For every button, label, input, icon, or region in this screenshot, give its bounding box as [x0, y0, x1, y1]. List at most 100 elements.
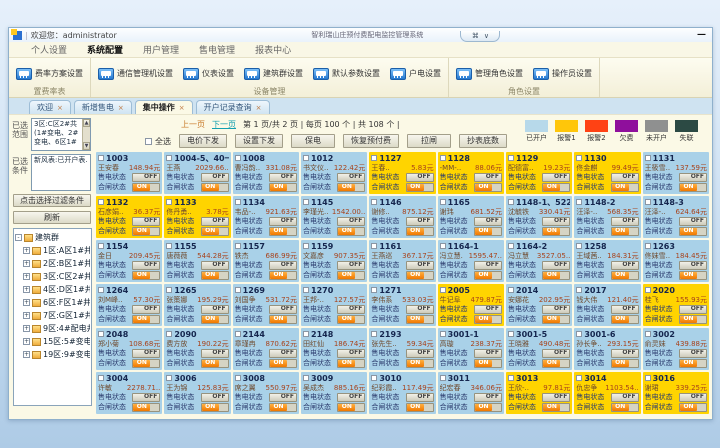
- sale-status-toggle[interactable]: OFF: [679, 261, 707, 270]
- card-checkbox[interactable]: [645, 375, 651, 381]
- meter-card[interactable]: 3001-5 王晓雅 490.48元 售电状态 OFF 合闸状态 ON: [506, 328, 572, 370]
- tree-item[interactable]: + 1区:A区1#井: [15, 244, 90, 257]
- tree-item[interactable]: + 4区:D区1#井 (: [15, 283, 90, 296]
- card-checkbox[interactable]: [440, 331, 446, 337]
- sale-status-toggle[interactable]: OFF: [542, 173, 570, 182]
- sale-status-toggle[interactable]: OFF: [611, 349, 639, 358]
- expand-icon[interactable]: +: [23, 273, 30, 280]
- card-checkbox[interactable]: [371, 331, 377, 337]
- sale-status-toggle[interactable]: OFF: [132, 173, 160, 182]
- expand-icon[interactable]: +: [23, 338, 30, 345]
- sale-status-toggle[interactable]: OFF: [201, 393, 229, 402]
- meter-card[interactable]: 1128 -MM-.. 88.06元 售电状态 OFF 合闸状态 ON: [438, 152, 504, 194]
- meter-card[interactable]: 3011 纪宏春 346.06元 售电状态 OFF 合闸状态 ON: [438, 372, 504, 414]
- sale-status-toggle[interactable]: OFF: [201, 305, 229, 314]
- menu-tab[interactable]: 系统配置: [87, 43, 123, 56]
- card-checkbox[interactable]: [576, 199, 582, 205]
- sale-status-toggle[interactable]: OFF: [269, 261, 297, 270]
- switch-status-toggle[interactable]: ON: [406, 271, 434, 280]
- meter-card[interactable]: 1155 唐薇薇 544.28元 售电状态 OFF 合闸状态 ON: [164, 240, 230, 282]
- card-checkbox[interactable]: [645, 199, 651, 205]
- tree-item[interactable]: + 6区:F区1#井 (1: [15, 296, 90, 309]
- selected-range-listbox[interactable]: ▲ ▼ 3区:C区2#共(1#变电、2#变电、6区1#: [31, 118, 91, 151]
- card-checkbox[interactable]: [98, 375, 104, 381]
- switch-status-toggle[interactable]: ON: [679, 183, 707, 192]
- card-checkbox[interactable]: [576, 243, 582, 249]
- switch-status-toggle[interactable]: ON: [679, 359, 707, 368]
- meter-card[interactable]: 1161 王燕巡 367.17元 售电状态 OFF 合闸状态 ON: [369, 240, 435, 282]
- card-checkbox[interactable]: [576, 155, 582, 161]
- expand-icon[interactable]: +: [23, 299, 30, 306]
- card-checkbox[interactable]: [440, 243, 446, 249]
- sale-status-toggle[interactable]: OFF: [201, 173, 229, 182]
- meter-card[interactable]: 1258 王域茜.. 184.31元 售电状态 OFF 合闸状态 ON: [574, 240, 640, 282]
- sale-status-toggle[interactable]: OFF: [679, 305, 707, 314]
- ribbon-button[interactable]: 通信管理机设置: [98, 68, 173, 80]
- meter-card[interactable]: 3009 吴成杰 885.16元 售电状态 OFF 合闸状态 ON: [301, 372, 367, 414]
- switch-status-toggle[interactable]: ON: [132, 227, 160, 236]
- refresh-button[interactable]: 刷新: [13, 211, 91, 224]
- expand-icon[interactable]: +: [23, 312, 30, 319]
- card-checkbox[interactable]: [440, 375, 446, 381]
- expand-icon[interactable]: +: [23, 351, 30, 358]
- sale-status-toggle[interactable]: OFF: [269, 217, 297, 226]
- ribbon-button[interactable]: 费率方案设置: [16, 68, 83, 80]
- chevron-down-icon[interactable]: ∨: [484, 33, 489, 40]
- card-checkbox[interactable]: [98, 331, 104, 337]
- meter-card[interactable]: 3002 俞灵妹 439.88元 售电状态 OFF 合闸状态 ON: [643, 328, 709, 370]
- selected-condition-box[interactable]: 新风表:已开户表.: [31, 154, 91, 191]
- sale-status-toggle[interactable]: OFF: [406, 173, 434, 182]
- card-checkbox[interactable]: [235, 375, 241, 381]
- switch-status-toggle[interactable]: ON: [611, 403, 639, 412]
- meter-card[interactable]: 2090 费方放 190.22元 售电状态 OFF 合闸状态 ON: [164, 328, 230, 370]
- meter-card[interactable]: 1271 李伟系 533.03元 售电状态 OFF 合闸状态 ON: [369, 284, 435, 326]
- meter-card[interactable]: 1008 曹冯韵.. 331.08元 售电状态 OFF 合闸状态 ON: [233, 152, 299, 194]
- card-checkbox[interactable]: [235, 287, 241, 293]
- sale-status-toggle[interactable]: OFF: [474, 349, 502, 358]
- meter-card[interactable]: 3016 谢珺 339.25元 售电状态 OFF 合闸状态 ON: [643, 372, 709, 414]
- sale-status-toggle[interactable]: OFF: [132, 305, 160, 314]
- switch-status-toggle[interactable]: ON: [337, 359, 365, 368]
- switch-status-toggle[interactable]: ON: [542, 183, 570, 192]
- card-checkbox[interactable]: [576, 331, 582, 337]
- card-checkbox[interactable]: [508, 331, 514, 337]
- meter-card[interactable]: 1003 王安春 148.94元 售电状态 OFF 合闸状态 ON: [96, 152, 162, 194]
- sale-status-toggle[interactable]: OFF: [132, 349, 160, 358]
- tree-item[interactable]: + 19区:9#变电站: [15, 348, 90, 361]
- switch-status-toggle[interactable]: ON: [679, 271, 707, 280]
- meter-card[interactable]: 2005 牛记阜 479.87元 售电状态 OFF 合闸状态 ON: [438, 284, 504, 326]
- expand-icon[interactable]: +: [23, 286, 30, 293]
- meter-card[interactable]: 1164-2 冯立慧 3527.05.. 售电状态 OFF 合闸状态 ON: [506, 240, 572, 282]
- sale-status-toggle[interactable]: OFF: [406, 349, 434, 358]
- switch-status-toggle[interactable]: ON: [474, 271, 502, 280]
- tree-item[interactable]: + 2区:B区1#井(别: [15, 257, 90, 270]
- switch-status-toggle[interactable]: ON: [474, 183, 502, 192]
- meter-card[interactable]: 2014 安娜花 202.95元 售电状态 OFF 合闸状态 ON: [506, 284, 572, 326]
- sale-status-toggle[interactable]: OFF: [337, 261, 365, 270]
- close-icon[interactable]: ×: [118, 104, 124, 112]
- card-checkbox[interactable]: [303, 243, 309, 249]
- minimize-button[interactable]: —: [695, 31, 708, 40]
- switch-status-toggle[interactable]: ON: [406, 315, 434, 324]
- sale-status-toggle[interactable]: OFF: [337, 305, 365, 314]
- meter-card[interactable]: 1129 配德富.. 19.23元 售电状态 OFF 合闸状态 ON: [506, 152, 572, 194]
- document-tab[interactable]: 新增售电 ×: [74, 100, 132, 114]
- toolbar-action-button[interactable]: 拉闸: [407, 134, 451, 148]
- switch-status-toggle[interactable]: ON: [201, 183, 229, 192]
- meter-card[interactable]: 1148-2 汪泽-.. 568.35元 售电状态 OFF 合闸状态 ON: [574, 196, 640, 238]
- switch-status-toggle[interactable]: ON: [542, 271, 570, 280]
- card-checkbox[interactable]: [303, 155, 309, 161]
- card-checkbox[interactable]: [303, 199, 309, 205]
- meter-card[interactable]: 2144 章瑾冉 870.62元 售电状态 OFF 合闸状态 ON: [233, 328, 299, 370]
- card-checkbox[interactable]: [440, 199, 446, 205]
- document-tab[interactable]: 开户记录查询 ×: [196, 100, 270, 114]
- switch-status-toggle[interactable]: ON: [474, 227, 502, 236]
- switch-status-toggle[interactable]: ON: [201, 403, 229, 412]
- card-checkbox[interactable]: [235, 199, 241, 205]
- card-checkbox[interactable]: [508, 243, 514, 249]
- meter-card[interactable]: 1133 佟丹勇.. 3.78元 售电状态 OFF 合闸状态 ON: [164, 196, 230, 238]
- meter-card[interactable]: 3010 纪彩霞.. 117.49元 售电状态 OFF 合闸状态 ON: [369, 372, 435, 414]
- switch-status-toggle[interactable]: ON: [201, 315, 229, 324]
- meter-card[interactable]: 3001-1 高璇 238.37元 售电状态 OFF 合闸状态 ON: [438, 328, 504, 370]
- card-checkbox[interactable]: [235, 331, 241, 337]
